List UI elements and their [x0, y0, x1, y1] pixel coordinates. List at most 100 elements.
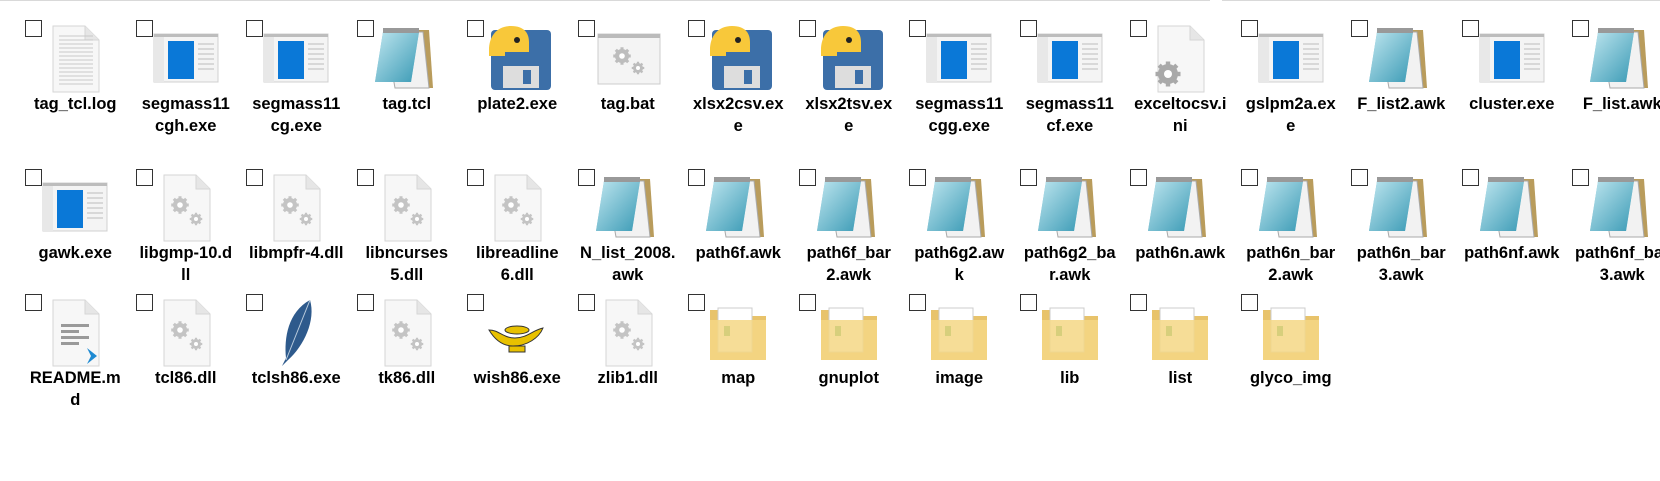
select-checkbox[interactable]	[467, 169, 484, 186]
file-name: README.md	[29, 369, 121, 409]
file-item[interactable]: libgmp-10.dll	[131, 167, 242, 292]
file-name: tk86.dll	[378, 369, 436, 387]
select-checkbox[interactable]	[688, 20, 705, 37]
select-checkbox[interactable]	[356, 169, 374, 186]
file-item[interactable]: path6f.awk	[683, 167, 794, 292]
file-name: path6nf.awk	[1464, 244, 1560, 262]
select-checkbox[interactable]	[577, 294, 595, 311]
file-item[interactable]: F_list2.awk	[1346, 18, 1457, 167]
file-name: tag.tcl	[382, 95, 432, 113]
select-checkbox[interactable]	[1240, 20, 1258, 37]
file-item[interactable]: plate2.exe	[462, 18, 573, 167]
file-item[interactable]: lib	[1015, 292, 1126, 417]
file-name: zlib1.dll	[597, 369, 658, 387]
select-checkbox[interactable]	[1130, 169, 1147, 186]
file-item[interactable]: zlib1.dll	[573, 292, 684, 417]
file-item[interactable]: xlsx2tsv.exe	[794, 18, 905, 167]
select-checkbox[interactable]	[798, 169, 816, 186]
select-checkbox[interactable]	[356, 294, 374, 311]
file-item[interactable]: F_list.awk	[1567, 18, 1660, 167]
select-checkbox[interactable]	[688, 294, 705, 311]
file-item[interactable]: libreadline6.dll	[462, 167, 573, 292]
file-item[interactable]: gnuplot	[794, 292, 905, 417]
select-checkbox[interactable]	[1572, 20, 1589, 37]
select-checkbox[interactable]	[1130, 294, 1147, 311]
file-item[interactable]: tag.bat	[573, 18, 684, 167]
select-checkbox[interactable]	[1019, 294, 1037, 311]
file-item[interactable]: image	[904, 292, 1015, 417]
select-checkbox[interactable]	[1351, 169, 1368, 186]
file-item[interactable]: segmass11cgg.exe	[904, 18, 1015, 167]
file-item[interactable]: segmass11cf.exe	[1015, 18, 1126, 167]
select-checkbox[interactable]	[1240, 169, 1258, 186]
select-checkbox[interactable]	[1461, 20, 1479, 37]
file-item[interactable]: tclsh86.exe	[241, 292, 352, 417]
file-item[interactable]: path6f_bar2.awk	[794, 167, 905, 292]
file-item[interactable]: glyco_img	[1236, 292, 1347, 417]
select-checkbox[interactable]	[577, 169, 595, 186]
file-item[interactable]: path6n_bar3.awk	[1346, 167, 1457, 292]
file-item[interactable]: wish86.exe	[462, 292, 573, 417]
select-checkbox[interactable]	[1130, 20, 1147, 37]
select-checkbox[interactable]	[909, 20, 926, 37]
file-item[interactable]: path6nf_bar3.awk	[1567, 167, 1660, 292]
file-item[interactable]: path6g2_bar.awk	[1015, 167, 1126, 292]
file-item[interactable]: xlsx2csv.exe	[683, 18, 794, 167]
file-item[interactable]: path6nf.awk	[1457, 167, 1568, 292]
select-checkbox[interactable]	[577, 20, 595, 37]
folder-icon	[702, 296, 774, 368]
file-item[interactable]: exceltocsv.ini	[1125, 18, 1236, 167]
file-item[interactable]: path6n_bar2.awk	[1236, 167, 1347, 292]
file-item[interactable]: libncurses5.dll	[352, 167, 463, 292]
file-item[interactable]: gawk.exe	[20, 167, 131, 292]
file-item[interactable]: tcl86.dll	[131, 292, 242, 417]
file-item[interactable]: libmpfr-4.dll	[241, 167, 352, 292]
select-checkbox[interactable]	[25, 20, 42, 37]
select-checkbox[interactable]	[1240, 294, 1258, 311]
file-item[interactable]: segmass11cgh.exe	[131, 18, 242, 167]
select-checkbox[interactable]	[1019, 169, 1037, 186]
select-checkbox[interactable]	[356, 20, 374, 37]
file-item[interactable]: gslpm2a.exe	[1236, 18, 1347, 167]
select-checkbox[interactable]	[467, 294, 484, 311]
file-item[interactable]: path6n.awk	[1125, 167, 1236, 292]
select-checkbox[interactable]	[909, 294, 926, 311]
select-checkbox[interactable]	[246, 294, 263, 311]
file-item[interactable]: README.md	[20, 292, 131, 417]
select-checkbox[interactable]	[1461, 169, 1479, 186]
select-checkbox[interactable]	[135, 20, 153, 37]
python-floppy-icon	[702, 22, 774, 94]
folder-icon	[813, 296, 885, 368]
file-item[interactable]: tk86.dll	[352, 292, 463, 417]
application-window-icon	[260, 22, 332, 94]
file-item[interactable]: map	[683, 292, 794, 417]
select-checkbox[interactable]	[246, 169, 263, 186]
select-checkbox[interactable]	[1351, 20, 1368, 37]
file-item[interactable]: tag_tcl.log	[20, 18, 131, 167]
file-name: path6f.awk	[695, 244, 781, 262]
file-item[interactable]: N_list_2008.awk	[573, 167, 684, 292]
notepad-icon	[371, 22, 443, 94]
select-checkbox[interactable]	[246, 20, 263, 37]
select-checkbox[interactable]	[25, 294, 42, 311]
select-checkbox[interactable]	[135, 294, 153, 311]
file-item[interactable]: cluster.exe	[1457, 18, 1568, 167]
select-checkbox[interactable]	[688, 169, 705, 186]
file-name: gslpm2a.exe	[1245, 95, 1336, 135]
select-checkbox[interactable]	[467, 20, 484, 37]
file-item[interactable]: segmass11cg.exe	[241, 18, 352, 167]
file-item[interactable]: tag.tcl	[352, 18, 463, 167]
notepad-icon	[1586, 171, 1658, 243]
select-checkbox[interactable]	[135, 169, 153, 186]
select-checkbox[interactable]	[798, 294, 816, 311]
file-name: tag.bat	[600, 95, 655, 113]
select-checkbox[interactable]	[798, 20, 816, 37]
select-checkbox[interactable]	[25, 169, 42, 186]
file-item[interactable]: path6g2.awk	[904, 167, 1015, 292]
select-checkbox[interactable]	[1572, 169, 1589, 186]
file-item[interactable]: list	[1125, 292, 1236, 417]
notepad-icon	[813, 171, 885, 243]
select-checkbox[interactable]	[909, 169, 926, 186]
select-checkbox[interactable]	[1019, 20, 1037, 37]
python-floppy-icon	[481, 22, 553, 94]
